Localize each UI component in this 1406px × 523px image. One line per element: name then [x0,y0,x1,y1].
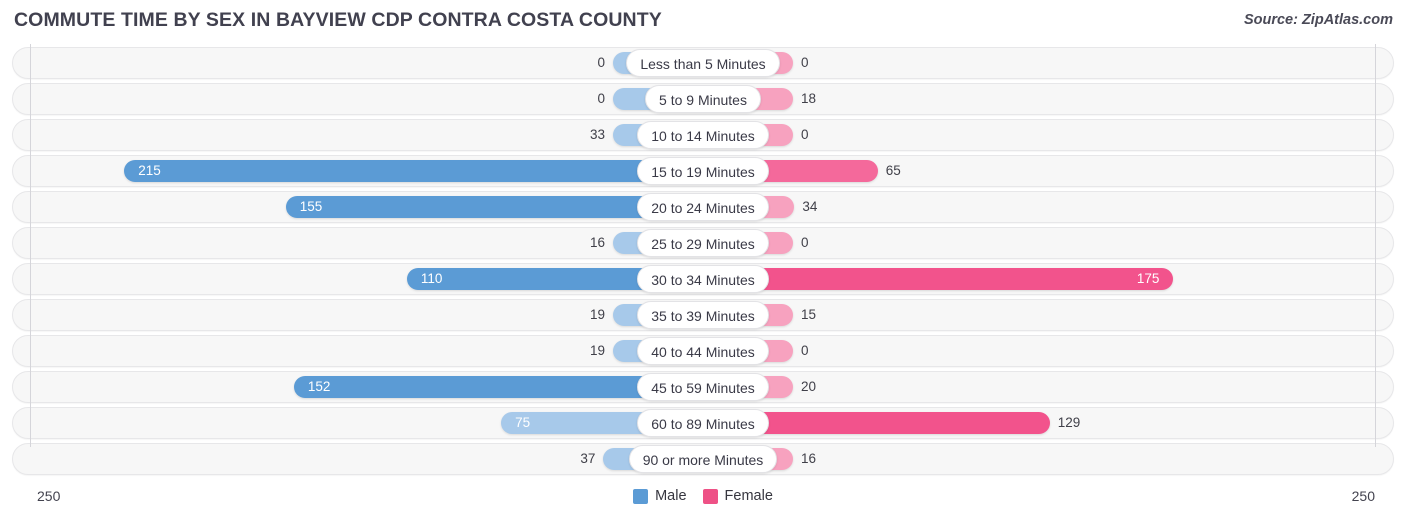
legend-label: Female [724,488,773,504]
category-label-pill: 25 to 29 Minutes [637,229,769,257]
female-value-label: 34 [802,199,818,214]
male-value-label: 37 [580,451,596,466]
page-title: COMMUTE TIME BY SEX IN BAYVIEW CDP CONTR… [14,9,662,31]
chart-footer: 250 250 Male Female [0,485,1406,523]
male-value-label: 110 [420,271,443,286]
male-bar[interactable] [124,160,703,182]
female-value-label: 129 [1057,415,1081,430]
female-bar[interactable] [703,268,1174,290]
female-value-label: 175 [1136,271,1160,286]
category-label-pill: 5 to 9 Minutes [645,85,761,113]
female-value-label: 0 [801,235,809,250]
axis-line-right [1375,44,1376,447]
legend-swatch-icon [633,488,649,504]
chart-row: 155 34 20 to 24 Minutes [0,191,1406,223]
category-label-pill: 90 or more Minutes [628,445,778,473]
female-value-label: 0 [801,127,809,142]
male-value-label: 33 [589,127,605,142]
legend-item-male[interactable]: Male [633,488,687,504]
male-value-label: 155 [299,199,323,214]
male-value-label: 0 [597,91,605,106]
chart-row: 110 175 30 to 34 Minutes [0,263,1406,295]
category-label-pill: Less than 5 Minutes [626,49,780,77]
legend-swatch-icon [702,488,718,504]
female-value-label: 65 [885,163,901,178]
legend-label: Male [655,488,687,504]
source-attribution: Source: ZipAtlas.com [1243,12,1393,28]
chart-row: 33 0 10 to 14 Minutes [0,119,1406,151]
chart-legend: Male Female [0,488,1406,504]
male-value-label: 215 [138,163,161,178]
male-value-label: 152 [307,379,331,394]
chart-row: 75 129 60 to 89 Minutes [0,407,1406,439]
chart-row: 19 0 40 to 44 Minutes [0,335,1406,367]
female-value-label: 0 [801,55,809,70]
category-label-pill: 30 to 34 Minutes [637,265,769,293]
chart-row: 0 18 5 to 9 Minutes [0,83,1406,115]
female-value-label: 0 [801,343,809,358]
chart-row: 19 15 35 to 39 Minutes [0,299,1406,331]
category-label-pill: 40 to 44 Minutes [637,337,769,365]
category-label-pill: 20 to 24 Minutes [637,193,769,221]
chart-row: 16 0 25 to 29 Minutes [0,227,1406,259]
category-label-pill: 60 to 89 Minutes [637,409,769,437]
male-value-label: 19 [589,307,605,322]
male-value-label: 75 [515,415,531,430]
category-label-pill: 10 to 14 Minutes [637,121,769,149]
chart-plot-area: 0 0 Less than 5 Minutes 0 18 5 to 9 Minutes 33… [0,44,1406,485]
female-value-label: 16 [801,451,817,466]
male-value-label: 0 [597,55,605,70]
category-label-pill: 15 to 19 Minutes [637,157,769,185]
bar-rows-container: 0 0 Less than 5 Minutes 0 18 5 to 9 Minutes 33… [0,47,1406,479]
chart-row: 37 16 90 or more Minutes [0,443,1406,475]
category-label-pill: 35 to 39 Minutes [637,301,769,329]
legend-item-female[interactable]: Female [702,488,773,504]
male-value-label: 19 [589,343,605,358]
female-value-label: 20 [801,379,817,394]
category-label-pill: 45 to 59 Minutes [637,373,769,401]
chart-row: 215 65 15 to 19 Minutes [0,155,1406,187]
chart-row: 0 0 Less than 5 Minutes [0,47,1406,79]
female-value-label: 15 [801,307,817,322]
chart-row: 152 20 45 to 59 Minutes [0,371,1406,403]
axis-line-left [30,44,31,447]
female-value-label: 18 [801,91,817,106]
chart-header: COMMUTE TIME BY SEX IN BAYVIEW CDP CONTR… [0,0,1406,44]
male-value-label: 16 [589,235,605,250]
